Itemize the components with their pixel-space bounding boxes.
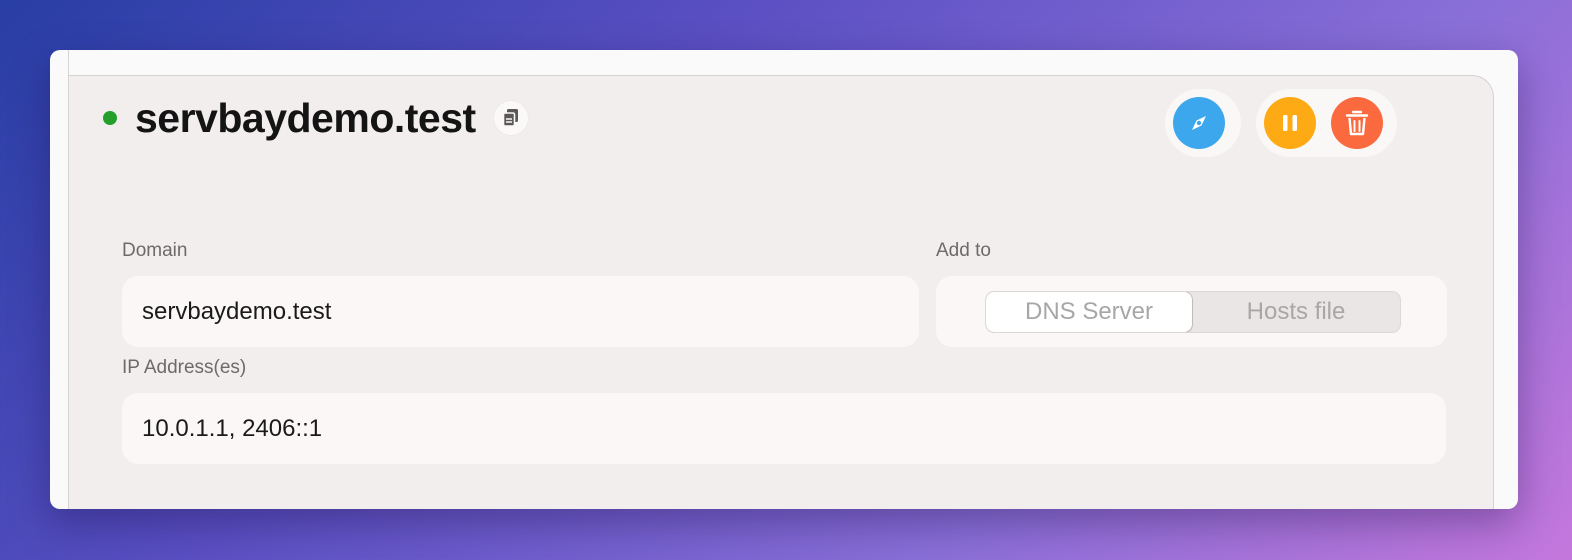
ip-address-label: IP Address(es): [122, 357, 247, 378]
domain-label: Domain: [122, 240, 188, 261]
add-to-field: DNS Server Hosts file: [936, 276, 1447, 347]
running-status-indicator: [103, 111, 117, 125]
ip-address-value: 10.0.1.1, 2406::1: [142, 414, 323, 442]
site-title: servbaydemo.test: [135, 94, 476, 141]
add-to-segmented-control: DNS Server Hosts file: [985, 291, 1401, 333]
add-to-label: Add to: [936, 240, 991, 261]
domain-input[interactable]: servbaydemo.test: [122, 276, 919, 347]
site-control-group: [1256, 89, 1397, 157]
ip-address-input[interactable]: 10.0.1.1, 2406::1: [122, 393, 1446, 464]
delete-site-button[interactable]: [1331, 97, 1383, 149]
pause-site-button[interactable]: [1264, 97, 1316, 149]
trash-icon: [1345, 110, 1369, 136]
copy-icon: [502, 109, 518, 127]
option-hosts-file[interactable]: Hosts file: [1192, 292, 1400, 332]
site-header: servbaydemo.test: [103, 94, 528, 142]
copy-button[interactable]: [493, 101, 528, 135]
option-dns-server[interactable]: DNS Server: [986, 292, 1192, 332]
compass-icon: [1192, 116, 1206, 130]
open-action-group: [1165, 89, 1241, 157]
domain-value: servbaydemo.test: [142, 297, 332, 325]
open-in-browser-button[interactable]: [1173, 97, 1225, 149]
pause-icon: [1283, 115, 1297, 131]
